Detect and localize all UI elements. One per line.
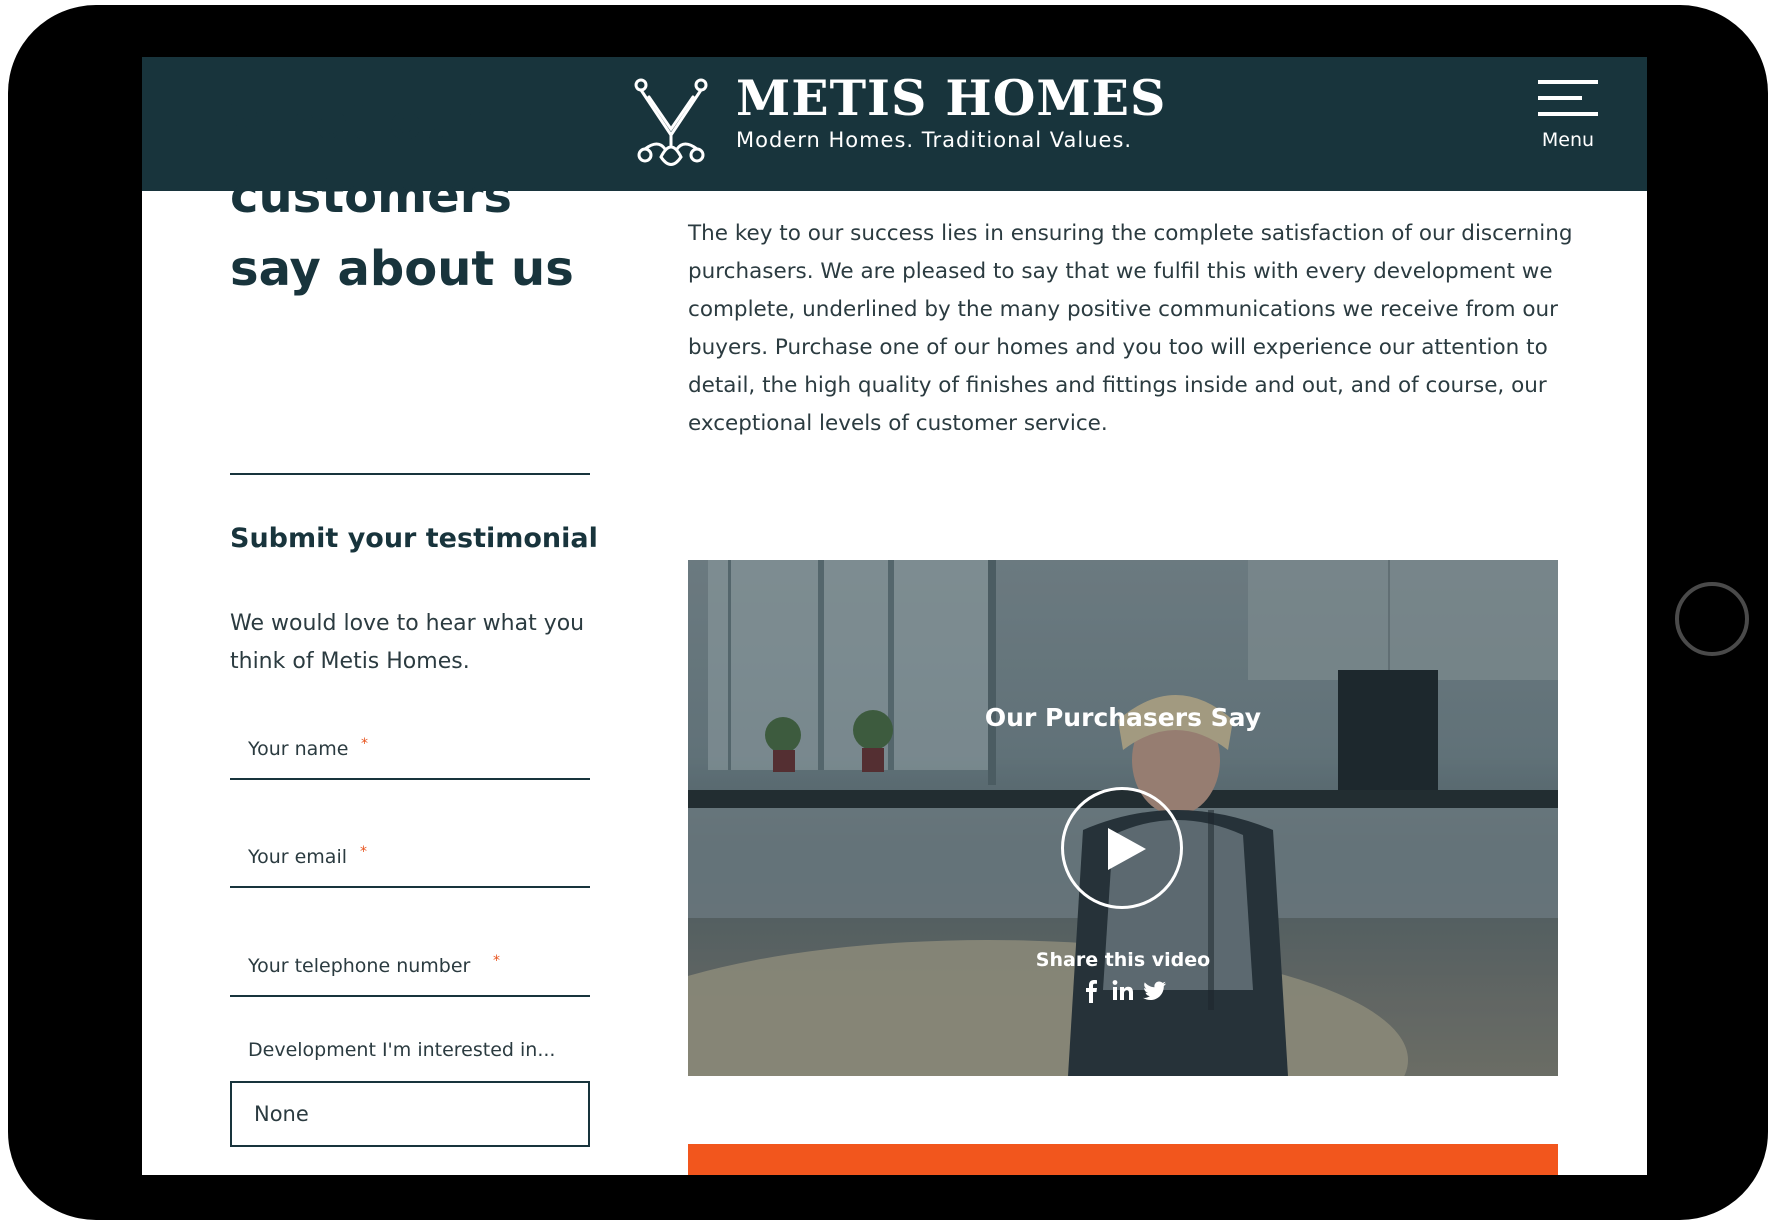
required-marker: * [493, 953, 500, 969]
play-icon [1108, 828, 1146, 870]
development-select[interactable]: None [230, 1081, 590, 1147]
orange-banner [688, 1144, 1558, 1175]
email-field-wrapper: * [230, 828, 590, 888]
required-marker: * [360, 844, 367, 860]
video-title: Our Purchasers Say [984, 703, 1262, 732]
name-input[interactable] [230, 720, 590, 778]
divider [230, 473, 590, 475]
twitter-icon[interactable] [1142, 977, 1168, 1003]
submit-testimonial-heading: Submit your testimonial [230, 523, 598, 554]
tablet-frame: METIS HOMES Modern Homes. Traditional Va… [8, 5, 1768, 1220]
brand-tagline: Modern Homes. Traditional Values. [736, 128, 1133, 152]
play-button[interactable] [1061, 787, 1183, 909]
page-title: What our customers say about us [230, 95, 574, 297]
menu-button[interactable]: Menu [1532, 80, 1604, 160]
telephone-input[interactable] [230, 937, 590, 995]
intro-paragraph: The key to our success lies in ensuring … [688, 221, 1573, 436]
phone-field-wrapper: * [230, 937, 590, 997]
brand-name[interactable]: METIS HOMES [736, 69, 1166, 127]
development-select-label: Development I'm interested in... [248, 1039, 556, 1061]
menu-label: Menu [1541, 129, 1595, 151]
video-player[interactable]: Our Purchasers Say Share this video [688, 560, 1558, 1076]
required-marker: * [361, 736, 368, 752]
tablet-home-button[interactable] [1675, 582, 1749, 656]
logo-icon[interactable] [633, 77, 709, 169]
facebook-icon[interactable] [1078, 977, 1104, 1003]
share-video-label: Share this video [1035, 949, 1211, 971]
form-intro-text: We would love to hear what you think of … [230, 611, 585, 674]
linkedin-icon[interactable] [1110, 977, 1136, 1003]
email-input[interactable] [230, 828, 590, 886]
screen: METIS HOMES Modern Homes. Traditional Va… [142, 57, 1647, 1175]
share-icons [1078, 977, 1168, 1005]
name-field-wrapper: * [230, 720, 590, 780]
hamburger-icon [1538, 80, 1598, 116]
